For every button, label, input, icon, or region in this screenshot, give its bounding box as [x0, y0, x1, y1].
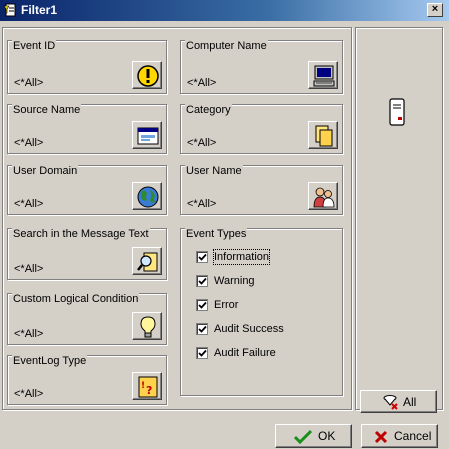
event-types-label: Event Types — [185, 228, 248, 241]
category-group: Category <*All> — [180, 104, 343, 154]
select-all-button[interactable]: All — [360, 390, 437, 413]
computer-name-group: Computer Name <*All> — [180, 40, 343, 94]
eventlog-type-button[interactable]: ! ? — [132, 372, 162, 400]
search-message-group: Search in the Message Text <*All> — [7, 228, 167, 280]
custom-condition-label: Custom Logical Condition — [12, 293, 140, 306]
user-name-button[interactable] — [308, 182, 338, 210]
source-name-label: Source Name — [12, 104, 82, 117]
eventlog-type-label: EventLog Type — [12, 355, 88, 368]
users-icon — [313, 187, 335, 208]
check-icon — [198, 277, 207, 285]
category-button[interactable] — [308, 121, 338, 149]
custom-condition-group: Custom Logical Condition <*All> — [7, 293, 167, 345]
exclamation-icon — [137, 65, 159, 87]
user-name-label: User Name — [185, 165, 243, 178]
information-label: Information — [212, 249, 271, 265]
event-id-label: Event ID — [12, 40, 57, 53]
custom-condition-value: <*All> — [14, 328, 44, 340]
event-id-button[interactable] — [132, 61, 162, 89]
check-icon — [198, 301, 207, 309]
custom-condition-button[interactable] — [132, 312, 162, 340]
category-value: <*All> — [187, 137, 217, 149]
audit-success-label: Audit Success — [214, 323, 284, 335]
search-message-button[interactable] — [132, 247, 162, 275]
user-domain-value: <*All> — [14, 198, 44, 210]
server-icon — [389, 98, 405, 126]
audit-success-checkbox[interactable] — [196, 323, 208, 335]
computer-name-value: <*All> — [187, 77, 217, 89]
audit-failure-checkbox[interactable] — [196, 347, 208, 359]
documents-icon — [315, 125, 333, 147]
check-icon — [198, 325, 207, 333]
eventlog-type-group: EventLog Type <*All> ! ? — [7, 355, 167, 405]
title-bar: Filter1 × — [0, 0, 449, 21]
filter-app-icon — [3, 3, 16, 17]
eventlog-type-value: <*All> — [14, 388, 44, 400]
checkmark-icon — [294, 429, 312, 445]
globe-icon — [137, 186, 159, 208]
user-name-value: <*All> — [187, 198, 217, 210]
source-name-group: Source Name <*All> — [7, 104, 167, 154]
event-id-group: Event ID <*All> — [7, 40, 167, 94]
window-icon — [137, 127, 159, 145]
filter-clear-icon — [383, 395, 398, 410]
error-checkbox[interactable] — [196, 299, 208, 311]
close-button[interactable]: × — [427, 3, 443, 17]
side-panel — [355, 27, 443, 410]
computer-icon — [313, 65, 335, 87]
source-name-button[interactable] — [132, 121, 162, 149]
computer-name-label: Computer Name — [185, 40, 268, 53]
computer-name-button[interactable] — [308, 61, 338, 89]
check-icon — [198, 349, 207, 357]
user-domain-label: User Domain — [12, 165, 79, 178]
source-name-value: <*All> — [14, 137, 44, 149]
error-label: Error — [214, 299, 239, 311]
user-name-group: User Name <*All> — [180, 165, 343, 215]
information-checkbox[interactable] — [196, 251, 208, 263]
magnifier-icon — [137, 252, 158, 272]
user-domain-group: User Domain <*All> — [7, 165, 167, 215]
audit-failure-label: Audit Failure — [214, 347, 276, 359]
search-message-label: Search in the Message Text — [12, 228, 150, 241]
check-icon — [198, 253, 207, 261]
search-message-value: <*All> — [14, 263, 44, 275]
category-label: Category — [185, 104, 232, 117]
window-title: Filter1 — [21, 3, 58, 17]
cancel-x-icon — [374, 430, 388, 444]
event-id-value: <*All> — [14, 77, 44, 89]
user-domain-button[interactable] — [132, 182, 162, 210]
lightbulb-icon — [140, 316, 156, 338]
ok-label: OK — [318, 429, 336, 443]
svg-text:!: ! — [141, 381, 145, 391]
svg-text:?: ? — [146, 384, 152, 397]
cancel-label: Cancel — [394, 429, 432, 443]
cancel-button[interactable]: Cancel — [361, 424, 438, 448]
ok-button[interactable]: OK — [275, 424, 352, 448]
warning-checkbox[interactable] — [196, 275, 208, 287]
close-icon: × — [431, 3, 439, 15]
select-all-label: All — [403, 395, 417, 409]
warning-label: Warning — [214, 275, 255, 287]
question-doc-icon: ! ? — [138, 376, 158, 398]
